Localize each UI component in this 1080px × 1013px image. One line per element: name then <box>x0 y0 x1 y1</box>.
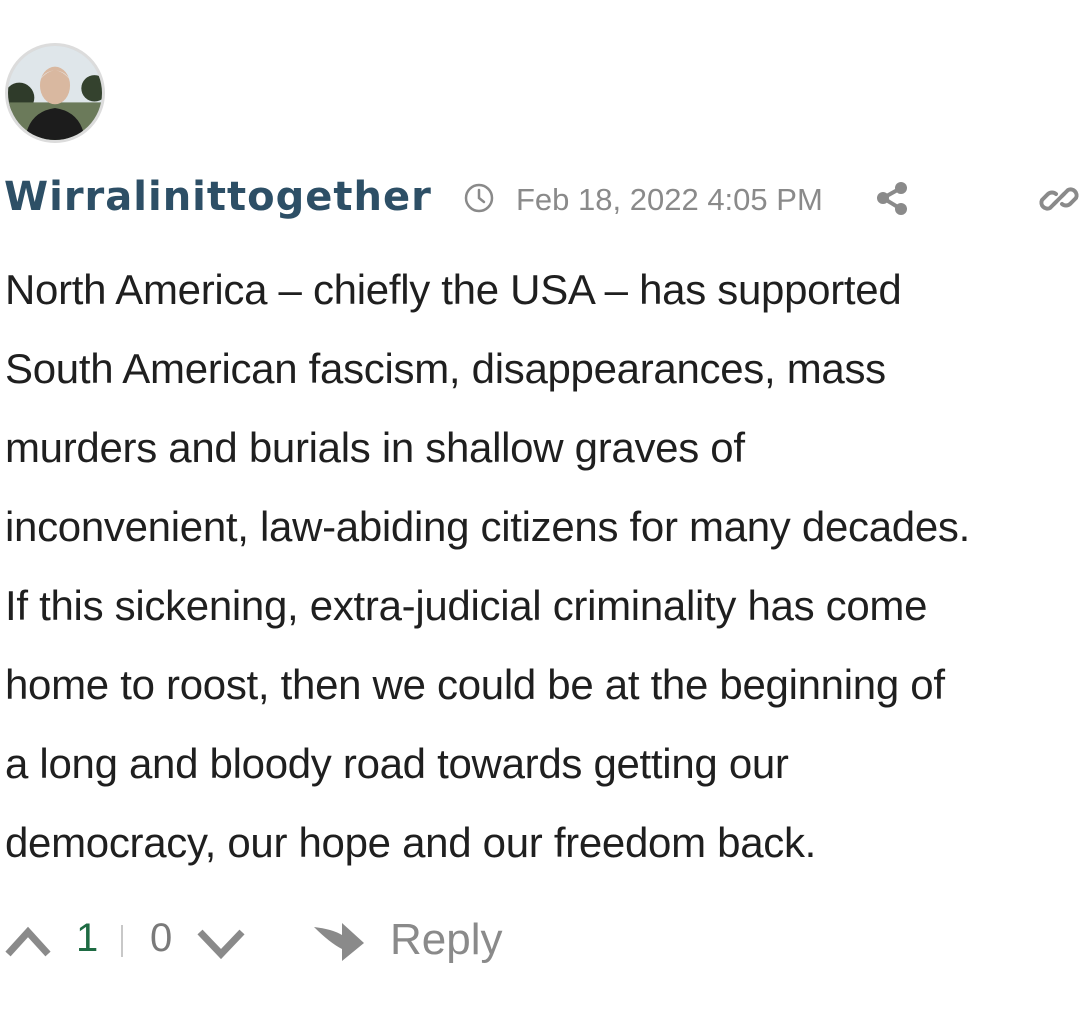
comment-line: home to roost, then we could be at the b… <box>5 661 945 708</box>
comment-line: a long and bloody road towards getting o… <box>5 740 789 787</box>
share-icon[interactable] <box>873 178 913 218</box>
comment-line: North America – chiefly the USA – has su… <box>5 266 902 313</box>
avatar[interactable] <box>5 43 105 143</box>
reply-label: Reply <box>390 915 503 964</box>
comment-body: North America – chiefly the USA – has su… <box>5 250 1080 882</box>
avatar-image <box>8 46 102 140</box>
vote-divider <box>121 925 123 957</box>
comment-line: If this sickening, extra-judicial crimin… <box>5 582 928 629</box>
downvote-count: 0 <box>150 916 173 960</box>
comment-line: South American fascism, disappearances, … <box>5 345 886 392</box>
link-icon[interactable] <box>1038 178 1080 220</box>
clock-icon <box>464 183 494 213</box>
comment-header: Wirralinittogether Feb 18, 2022 4:05 PM <box>0 170 1080 230</box>
reply-button[interactable]: Reply <box>312 910 503 970</box>
comment-line: inconvenient, law-abiding citizens for m… <box>5 503 970 550</box>
comment-timestamp[interactable]: Feb 18, 2022 4:05 PM <box>516 182 823 218</box>
author-name[interactable]: Wirralinittogether <box>4 174 432 220</box>
comment-line: democracy, our hope and our freedom back… <box>5 819 817 866</box>
upvote-count: 1 <box>76 916 99 960</box>
reply-arrow-icon <box>314 923 364 961</box>
downvote-icon[interactable] <box>196 926 246 960</box>
comment-footer: 1 0 Reply <box>0 910 1080 970</box>
comment-line: murders and burials in shallow graves of <box>5 424 745 471</box>
upvote-icon[interactable] <box>4 924 52 958</box>
